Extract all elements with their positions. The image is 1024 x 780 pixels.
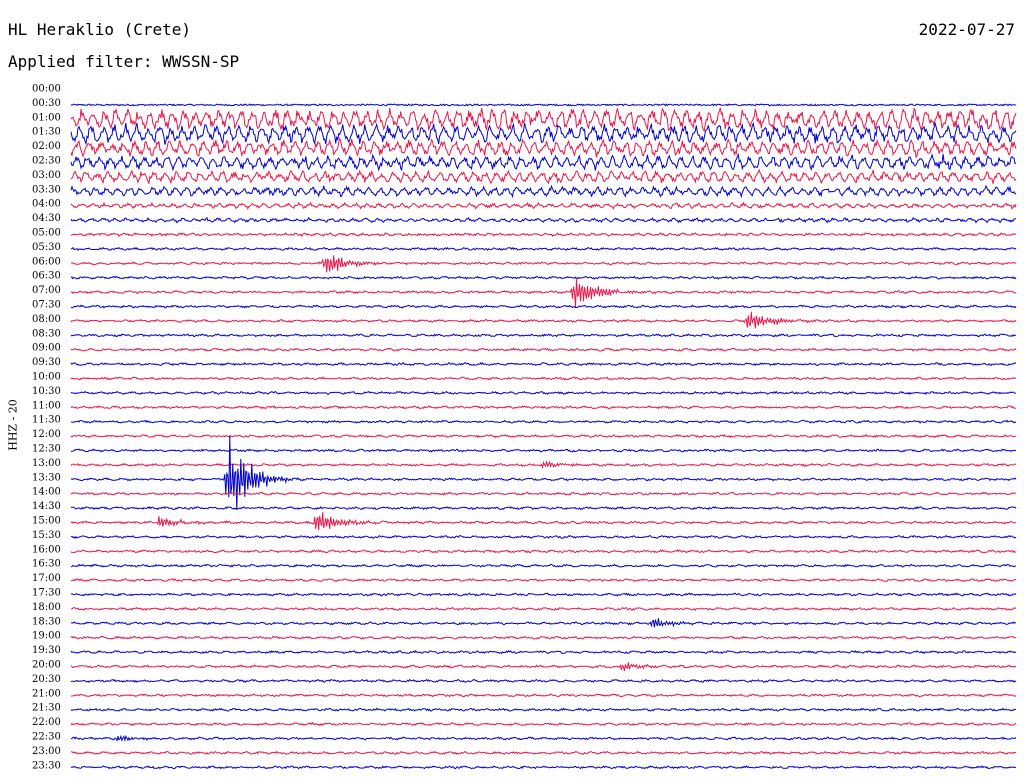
row-label: 00:00 [32, 84, 61, 95]
trace-row-09:30 [70, 361, 1017, 367]
row-labels: 00:00 00:30 01:00 01:30 02:00 02:30 03:00 03:30… [32, 84, 61, 772]
trace-row-18:00 [70, 606, 1017, 612]
trace-row-17:30 [70, 592, 1017, 597]
row-label: 22:00 [32, 717, 61, 728]
trace-row-20:30 [70, 678, 1017, 683]
trace-row-22:00 [70, 722, 1017, 727]
row-label: 07:00 [32, 285, 61, 296]
trace-row-12:00 [70, 433, 1017, 439]
trace-row-03:30 [70, 184, 1017, 199]
row-label: 14:30 [32, 501, 61, 512]
trace-row-06:30 [70, 275, 1017, 280]
trace-row-06:00 [70, 255, 1017, 273]
row-label: 17:30 [32, 588, 61, 599]
trace-row-09:00 [70, 347, 1017, 352]
row-label: 10:30 [32, 386, 61, 397]
row-label: 14:00 [32, 487, 61, 498]
row-label: 21:30 [32, 703, 61, 714]
row-label: 23:00 [32, 746, 61, 757]
row-label: 01:30 [32, 127, 61, 138]
trace-row-17:00 [70, 578, 1017, 583]
trace-row-14:30 [70, 505, 1017, 511]
row-label: 03:00 [32, 170, 61, 181]
trace-row-23:00 [70, 750, 1017, 755]
row-label: 23:30 [32, 760, 61, 771]
row-label: 15:00 [32, 516, 61, 527]
row-label: 11:30 [32, 415, 61, 426]
row-label: 09:30 [32, 357, 61, 368]
trace-row-15:00 [70, 512, 1017, 531]
trace-row-05:00 [70, 232, 1017, 238]
trace-row-21:30 [70, 707, 1017, 712]
row-label: 02:30 [32, 156, 61, 167]
helicorder-plot: 00:00 00:30 01:00 01:30 02:00 02:30 03:00 03:30… [32, 84, 1017, 772]
row-label: 12:00 [32, 429, 61, 440]
trace-row-00:30 [70, 103, 1017, 107]
row-label: 06:00 [32, 256, 61, 267]
trace-row-03:00 [70, 168, 1017, 185]
row-label: 20:00 [32, 660, 61, 671]
row-label: 10:00 [32, 372, 61, 383]
row-label: 04:00 [32, 199, 61, 210]
row-label: 00:30 [32, 98, 61, 109]
trace-row-13:00 [70, 460, 1017, 470]
trace-row-19:00 [70, 635, 1016, 640]
row-label: 05:00 [32, 228, 61, 239]
row-label: 17:00 [32, 573, 61, 584]
row-label: 07:30 [32, 300, 61, 311]
row-label: 20:30 [32, 674, 61, 685]
row-label: 05:30 [32, 242, 61, 253]
trace-row-14:00 [70, 491, 1017, 496]
row-label: 01:00 [32, 112, 61, 123]
row-label: 13:30 [32, 472, 61, 483]
row-label: 11:00 [32, 400, 61, 411]
trace-row-07:30 [70, 304, 1017, 309]
row-label: 16:30 [32, 559, 61, 570]
trace-row-08:30 [70, 333, 1017, 338]
row-label: 03:30 [32, 184, 61, 195]
trace-row-23:30 [70, 765, 1017, 770]
trace-row-15:30 [71, 534, 1017, 540]
row-label: 09:00 [32, 343, 61, 354]
row-label: 08:00 [32, 314, 61, 325]
trace-row-05:30 [70, 246, 1017, 252]
trace-row-01:00 [70, 107, 1017, 132]
row-label: 04:30 [32, 213, 61, 224]
trace-row-16:00 [70, 549, 1017, 554]
trace-row-02:30 [70, 152, 1017, 172]
row-label: 08:30 [32, 328, 61, 339]
trace-row-11:30 [70, 419, 1017, 424]
row-label: 22:30 [32, 732, 61, 743]
trace-row-04:30 [70, 216, 1016, 224]
trace-row-19:30 [70, 650, 1017, 655]
trace-row-21:00 [70, 693, 1017, 698]
row-label: 19:30 [32, 645, 61, 656]
trace-row-04:00 [70, 201, 1017, 210]
row-label: 18:00 [32, 602, 61, 613]
row-label: 06:30 [32, 271, 61, 282]
row-label: 18:30 [32, 616, 61, 627]
trace-row-18:30 [71, 618, 1016, 628]
trace-row-08:00 [70, 311, 1017, 329]
trace-row-22:30 [70, 734, 1017, 742]
row-label: 12:30 [32, 444, 61, 455]
trace-row-12:30 [70, 448, 1017, 453]
row-label: 21:00 [32, 688, 61, 699]
trace-row-11:00 [70, 405, 1017, 410]
trace-row-10:00 [70, 376, 1016, 381]
row-label: 19:00 [32, 631, 61, 642]
row-label: 16:00 [32, 544, 61, 555]
trace-row-16:30 [71, 563, 1017, 568]
row-label: 15:30 [32, 530, 61, 541]
trace-row-13:30 [70, 435, 1017, 511]
seismic-traces [70, 103, 1017, 770]
trace-row-07:00 [70, 277, 1017, 308]
row-label: 13:00 [32, 458, 61, 469]
trace-row-20:00 [70, 662, 1017, 672]
row-label: 02:00 [32, 141, 61, 152]
trace-row-10:30 [70, 390, 1016, 395]
